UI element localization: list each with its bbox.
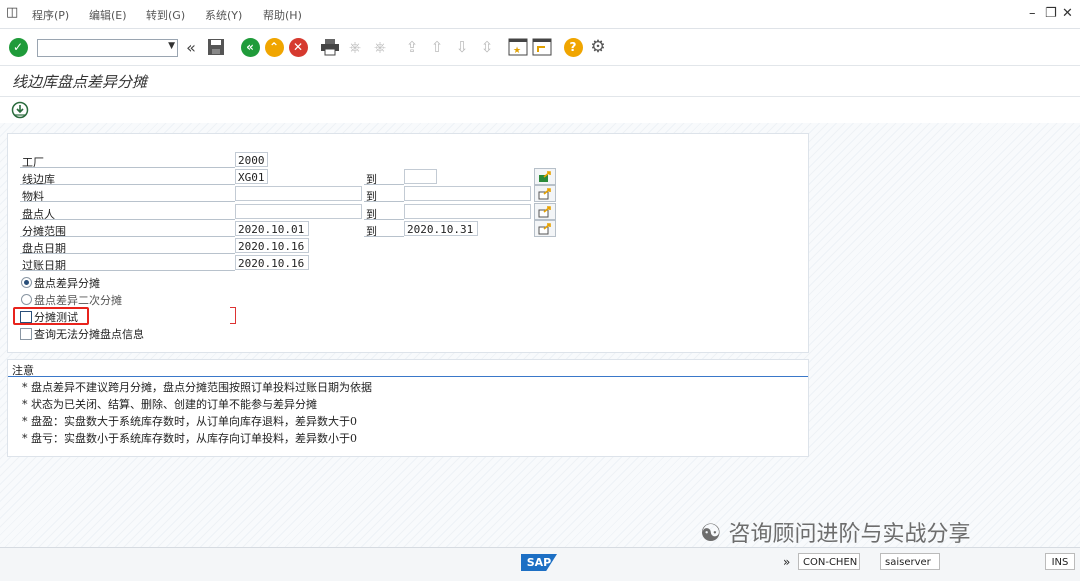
- line-warehouse-to-input[interactable]: [404, 169, 437, 184]
- last-page-icon[interactable]: ⇳: [477, 37, 497, 57]
- counter-from-input[interactable]: [235, 204, 362, 219]
- material-from-input[interactable]: [235, 186, 362, 201]
- radio-secondary-allocation-label: 盘点差异二次分摊: [34, 294, 122, 307]
- create-session-icon[interactable]: ★: [508, 37, 528, 57]
- material-to-input[interactable]: [404, 186, 531, 201]
- allocation-range-from-input[interactable]: 2020.10.01: [235, 221, 309, 236]
- line-warehouse-from-input[interactable]: XG01: [235, 169, 268, 184]
- print-icon[interactable]: [320, 37, 340, 57]
- find-icon[interactable]: ⎈: [345, 37, 365, 57]
- maximize-icon[interactable]: ❐: [1045, 6, 1057, 21]
- menu-goto[interactable]: 转到(G): [146, 7, 185, 23]
- system-info[interactable]: CON-CHEN: [798, 553, 860, 570]
- test-allocation-label: 分摊测试: [34, 311, 78, 324]
- cancel-icon[interactable]: ✕: [288, 37, 308, 57]
- multiple-selection-button[interactable]: [534, 203, 556, 220]
- status-expand-icon[interactable]: »: [783, 555, 790, 569]
- help-icon[interactable]: ?: [563, 37, 583, 57]
- title-bar: 线边库盘点差异分摊: [0, 66, 1080, 97]
- shortcut-icon[interactable]: [532, 37, 552, 57]
- notes-panel: 注意 * 盘点差异不建议跨月分摊，盘点分摊范围按照订单投料过账日期为依据 * 状…: [7, 359, 809, 457]
- multiple-selection-button[interactable]: [534, 185, 556, 202]
- back-history-icon[interactable]: «: [181, 37, 201, 57]
- first-page-icon[interactable]: ⇪: [402, 37, 422, 57]
- enter-icon[interactable]: ✓: [8, 37, 28, 57]
- standard-toolbar: ✓ ▼ « « ⌃ ✕ ⎈ ⎈ ⇪ ⇧ ⇩ ⇳ ★ ? ⚙: [0, 29, 1080, 66]
- command-field[interactable]: ▼: [37, 39, 178, 57]
- system-menu-icon[interactable]: ◫: [6, 5, 18, 20]
- allocation-range-to-input[interactable]: 2020.10.31: [404, 221, 478, 236]
- menu-edit[interactable]: 编辑(E): [89, 7, 127, 23]
- radio-secondary-allocation[interactable]: [21, 294, 32, 305]
- find-next-icon[interactable]: ⎈: [370, 37, 390, 57]
- execute-icon[interactable]: [11, 101, 29, 122]
- note-line: * 状态为已关闭、结算、删除、创建的订单不能参与差异分摊: [22, 398, 317, 411]
- insert-mode[interactable]: INS: [1045, 553, 1075, 570]
- page-title: 线边库盘点差异分摊: [12, 73, 148, 91]
- menu-bar: ◫ 程序(P) 编辑(E) 转到(G) 系统(Y) 帮助(H) – ❐ ✕: [0, 0, 1080, 29]
- query-unallocated-checkbox[interactable]: [20, 328, 32, 340]
- focus-marker: [230, 307, 236, 324]
- multiple-selection-button[interactable]: [534, 220, 556, 237]
- multiple-selection-button-active[interactable]: [534, 168, 556, 185]
- watermark: ☯ 咨询顾问进阶与实战分享: [700, 516, 971, 548]
- back-icon[interactable]: «: [240, 37, 260, 57]
- chevron-down-icon[interactable]: ▼: [168, 41, 175, 51]
- next-page-icon[interactable]: ⇩: [452, 37, 472, 57]
- exit-icon[interactable]: ⌃: [264, 37, 284, 57]
- radio-difference-allocation[interactable]: [21, 277, 32, 288]
- status-bar: SAP » CON-CHEN saiserver INS: [0, 547, 1080, 581]
- menu-system[interactable]: 系统(Y): [205, 7, 242, 23]
- wechat-icon: ☯: [700, 519, 722, 547]
- svg-text:★: ★: [513, 46, 521, 56]
- selection-panel: 工厂 线边库 物料 盘点人 分摊范围 盘点日期 过账日期 2000 XG01 2…: [7, 133, 809, 353]
- note-line: * 盘点差异不建议跨月分摊，盘点分摊范围按照订单投料过账日期为依据: [22, 381, 372, 394]
- sap-logo: SAP: [521, 554, 557, 571]
- previous-page-icon[interactable]: ⇧: [427, 37, 447, 57]
- menu-program[interactable]: 程序(P): [32, 7, 69, 23]
- note-line: * 盘盈：实盘数大于系统库存数时，从订单向库存退料，差异数大于0: [22, 415, 357, 428]
- count-date-input[interactable]: 2020.10.16: [235, 238, 309, 253]
- radio-difference-allocation-label: 盘点差异分摊: [34, 277, 100, 290]
- watermark-text: 咨询顾问进阶与实战分享: [728, 522, 971, 547]
- close-icon[interactable]: ✕: [1062, 6, 1073, 21]
- note-line: * 盘亏：实盘数小于系统库存数时，从库存向订单投料，差异数小于0: [22, 432, 357, 445]
- save-icon[interactable]: [206, 37, 226, 57]
- menu-help[interactable]: 帮助(H): [263, 7, 302, 23]
- counter-to-input[interactable]: [404, 204, 531, 219]
- test-allocation-checkbox[interactable]: [20, 311, 32, 323]
- server-info[interactable]: saiserver: [880, 553, 940, 570]
- application-toolbar: [0, 97, 1080, 123]
- plant-input[interactable]: 2000: [235, 152, 268, 167]
- query-unallocated-label: 查询无法分摊盘点信息: [34, 328, 144, 341]
- minimize-icon[interactable]: –: [1029, 6, 1036, 21]
- settings-icon[interactable]: ⚙: [588, 37, 608, 57]
- posting-date-input[interactable]: 2020.10.16: [235, 255, 309, 270]
